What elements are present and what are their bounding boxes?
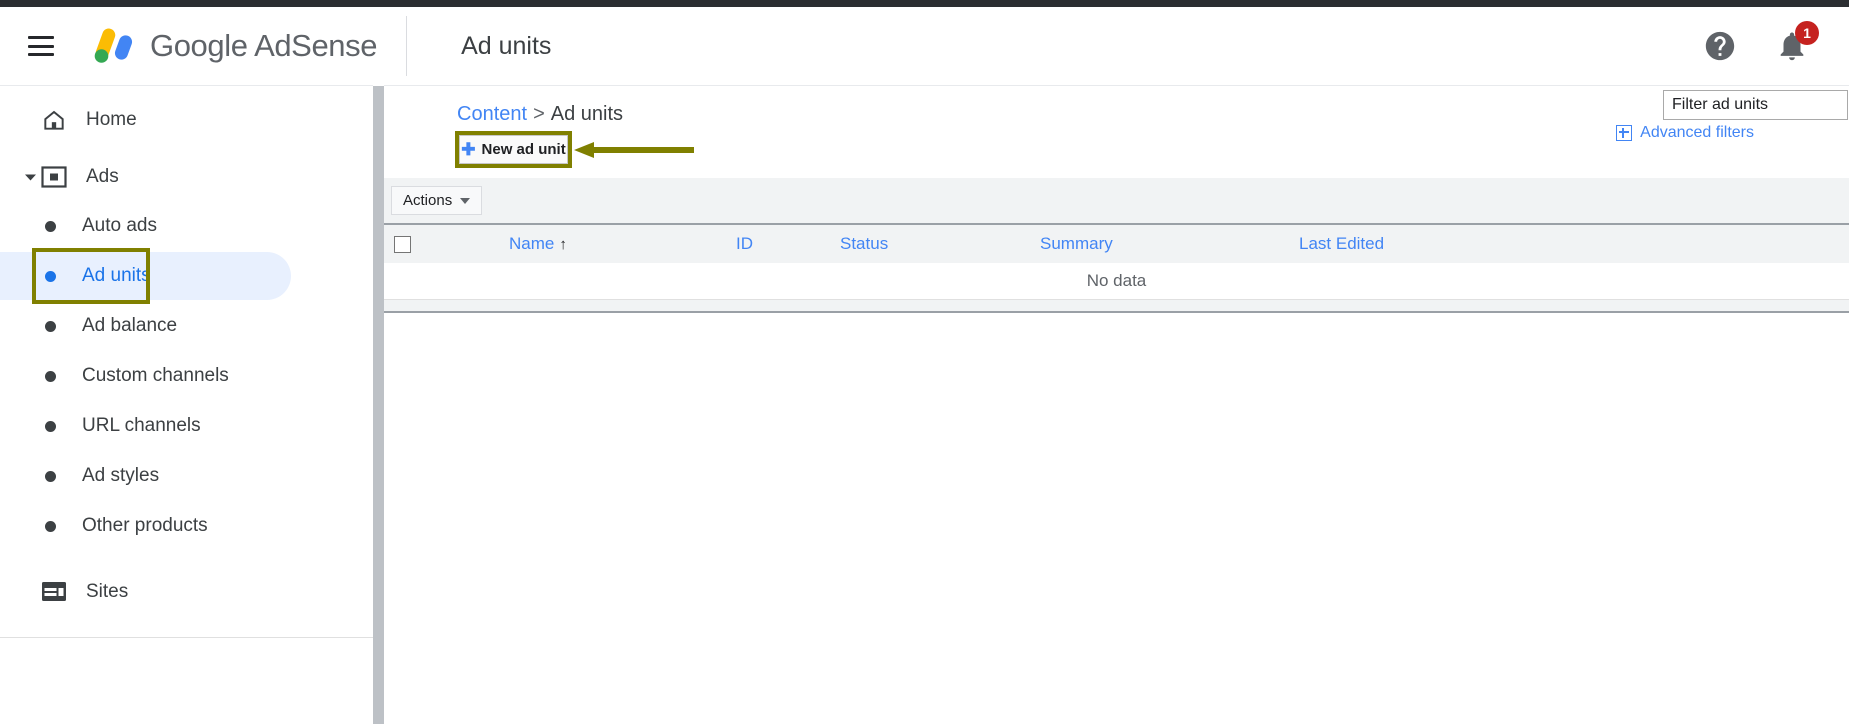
hamburger-line <box>28 53 54 56</box>
sidebar-item-ad-units[interactable]: Ad units <box>0 252 291 300</box>
sidebar-item-label: Other products <box>82 515 208 536</box>
home-icon <box>40 106 68 134</box>
adsense-logo-icon <box>88 26 134 66</box>
brand-logo-group[interactable]: Google AdSense <box>88 26 377 66</box>
advanced-filters-label: Advanced filters <box>1640 124 1754 141</box>
bullet-icon <box>38 520 62 532</box>
notification-count-badge: 1 <box>1795 21 1819 45</box>
breadcrumb-separator: > <box>533 103 545 125</box>
column-header-status[interactable]: Status <box>840 234 888 254</box>
empty-state-message: No data <box>1086 271 1147 290</box>
chevron-down-icon <box>460 197 471 204</box>
column-header-label: Name <box>509 234 555 253</box>
annotation-box-new-ad-unit <box>455 131 572 168</box>
sidebar-item-label: Ads <box>86 165 119 187</box>
sidebar-item-ad-styles[interactable]: Ad styles <box>0 452 373 500</box>
sidebar-item-ads[interactable]: Ads <box>0 153 373 200</box>
sidebar-item-label: URL channels <box>82 415 201 436</box>
hamburger-line <box>28 36 54 39</box>
content-vertical-scrollbar[interactable] <box>373 86 384 724</box>
column-header-summary[interactable]: Summary <box>1040 234 1113 254</box>
column-header-label: Summary <box>1040 234 1113 253</box>
sidebar-item-home[interactable]: Home <box>0 96 373 143</box>
browser-top-strip <box>0 0 1849 7</box>
sidebar-item-label: Custom channels <box>82 365 229 386</box>
column-header-name[interactable]: Name ↑ <box>509 234 567 254</box>
header-actions: 1 <box>1703 21 1819 63</box>
filter-ad-units-input[interactable] <box>1663 90 1848 120</box>
column-header-last-edited[interactable]: Last Edited <box>1299 234 1384 254</box>
ad-units-table: Actions Name ↑ ID Status Summary Last Ed… <box>384 178 1849 313</box>
column-header-label: Last Edited <box>1299 234 1385 253</box>
table-empty-state: No data <box>384 263 1849 300</box>
breadcrumb-current: Ad units <box>550 103 624 125</box>
bullet-icon <box>38 220 62 232</box>
table-header-row: Name ↑ ID Status Summary Last Edited <box>384 223 1849 263</box>
sidebar-divider <box>0 637 373 638</box>
main-content: Content>Ad units ✚ New ad unit Advanced … <box>384 85 1849 724</box>
help-icon[interactable] <box>1703 29 1737 63</box>
plus-box-icon <box>1616 125 1633 141</box>
sidebar-item-other-products[interactable]: Other products <box>0 502 373 550</box>
column-header-label: Status <box>840 234 889 253</box>
bullet-icon <box>38 320 62 332</box>
actions-dropdown-button[interactable]: Actions <box>391 186 483 215</box>
table-footer-bar <box>384 300 1849 313</box>
app-header: Google AdSense Ad units 1 <box>0 7 1849 85</box>
sidebar-item-auto-ads[interactable]: Auto ads <box>0 202 373 250</box>
breadcrumb: Content > Ad units <box>457 103 623 126</box>
sidebar-item-ad-balance[interactable]: Ad balance <box>0 302 373 350</box>
sidebar-nav: Home Ads Auto ads Ad units Ad balance Cu… <box>0 85 373 724</box>
sidebar-item-label: Auto ads <box>82 215 157 236</box>
breadcrumb-link-content[interactable]: Content <box>457 103 527 125</box>
sidebar-item-label: Home <box>86 108 137 130</box>
column-header-label: ID <box>736 234 753 253</box>
annotation-arrow-left <box>574 140 694 160</box>
bullet-icon <box>38 470 62 482</box>
sidebar-item-label: Ad units <box>82 265 151 286</box>
sidebar-item-label: Ad styles <box>82 465 160 486</box>
sites-icon <box>40 578 68 606</box>
sidebar-item-sites[interactable]: Sites <box>0 568 373 615</box>
sort-ascending-icon: ↑ <box>559 235 567 253</box>
sidebar-item-url-channels[interactable]: URL channels <box>0 402 373 450</box>
sidebar-item-label: Sites <box>86 580 129 602</box>
page-title: Ad units <box>461 31 552 60</box>
select-all-checkbox[interactable] <box>394 235 411 253</box>
chevron-down-icon[interactable] <box>22 173 38 181</box>
sidebar-item-label: Ad balance <box>82 315 178 336</box>
ads-icon <box>40 163 68 191</box>
brand-name: Google AdSense <box>150 28 378 63</box>
header-divider <box>406 16 408 76</box>
bullet-icon <box>38 370 62 382</box>
advanced-filters-button[interactable]: Advanced filters <box>1616 124 1754 142</box>
notifications-button[interactable]: 1 <box>1775 21 1819 63</box>
bullet-icon <box>38 420 62 432</box>
actions-label: Actions <box>403 192 453 209</box>
column-header-id[interactable]: ID <box>736 234 753 254</box>
sidebar-item-custom-channels[interactable]: Custom channels <box>0 352 373 400</box>
bullet-icon <box>38 270 62 282</box>
hamburger-line <box>28 44 54 48</box>
hamburger-menu-icon[interactable] <box>28 36 54 56</box>
table-toolbar: Actions <box>384 178 1849 223</box>
